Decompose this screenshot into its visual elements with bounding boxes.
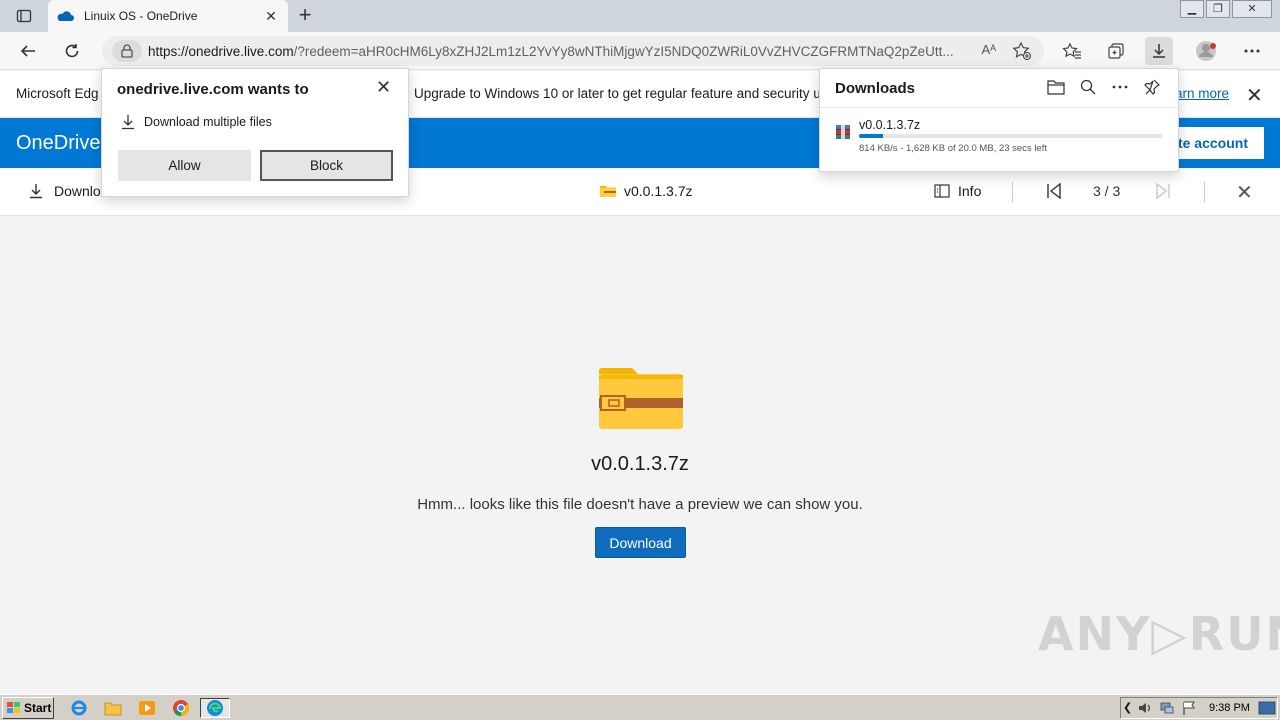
- close-viewer-icon[interactable]: ✕: [1236, 180, 1253, 205]
- clock[interactable]: 9:38 PM: [1209, 702, 1250, 714]
- onedrive-cloud-icon: [56, 7, 74, 25]
- no-preview-message: Hmm... looks like this file doesn't have…: [417, 496, 863, 513]
- file-title-text: v0.0.1.3.7z: [624, 183, 693, 199]
- download-progress-bar: [859, 134, 1163, 138]
- download-icon: [30, 184, 42, 199]
- back-icon[interactable]: [14, 37, 42, 65]
- permission-close-icon[interactable]: ✕: [376, 77, 391, 98]
- infobar-left-text: Microsoft Edg: [16, 86, 99, 101]
- profile-avatar[interactable]: [1192, 37, 1220, 65]
- info-panel-icon: [934, 184, 950, 198]
- open-folder-icon[interactable]: [1046, 77, 1066, 97]
- new-tab-icon[interactable]: +: [292, 4, 318, 28]
- tab-title: Linuix OS - OneDrive: [84, 9, 198, 23]
- file-explorer-icon[interactable]: [102, 698, 124, 718]
- action-center-flag-icon[interactable]: [1181, 700, 1197, 719]
- next-file-icon[interactable]: [1154, 181, 1172, 204]
- tab-actions-icon[interactable]: [6, 4, 42, 28]
- internet-explorer-icon[interactable]: [68, 698, 90, 718]
- edge-icon[interactable]: [200, 698, 230, 718]
- collections-icon[interactable]: [1102, 37, 1130, 65]
- download-command-label: Downlo: [54, 183, 101, 199]
- block-button[interactable]: Block: [260, 150, 393, 181]
- minimize-icon[interactable]: ▁: [1180, 0, 1204, 18]
- url-text[interactable]: https://onedrive.live.com/?redeem=aHR0cH…: [148, 44, 968, 59]
- infobar-message: Upgrade to Windows 10 or later to get re…: [414, 86, 821, 101]
- more-options-icon[interactable]: [1238, 37, 1266, 65]
- allow-button[interactable]: Allow: [118, 150, 251, 181]
- permission-request: Download multiple files: [120, 114, 272, 130]
- download-button[interactable]: Download: [595, 527, 686, 558]
- previous-file-icon[interactable]: [1045, 181, 1063, 204]
- lock-icon[interactable]: [112, 40, 142, 62]
- infobar-close-icon[interactable]: ✕: [1246, 83, 1263, 108]
- search-downloads-icon[interactable]: [1078, 77, 1098, 97]
- divider: [1012, 182, 1013, 202]
- download-progress-fill: [859, 134, 884, 138]
- media-player-icon[interactable]: [136, 698, 158, 718]
- window-close-icon[interactable]: ✕: [1232, 0, 1272, 18]
- address-bar[interactable]: https://onedrive.live.com/?redeem=aHR0cH…: [102, 36, 1044, 66]
- permission-request-text: Download multiple files: [144, 115, 272, 129]
- download-icon: [122, 115, 134, 130]
- permission-popup: onedrive.live.com wants to ✕ Download mu…: [101, 68, 409, 197]
- page-counter: 3 / 3: [1093, 183, 1121, 199]
- taskbar: Start ❮ 9:38 PM: [0, 694, 1280, 720]
- divider: [1204, 182, 1205, 202]
- tray-expand-icon[interactable]: ❮: [1123, 701, 1132, 714]
- network-icon[interactable]: [1159, 700, 1175, 719]
- favorites-icon[interactable]: [1058, 37, 1086, 65]
- refresh-icon[interactable]: [58, 37, 86, 65]
- title-bar: Linuix OS - OneDrive ✕ + ▁ ❐ ✕: [0, 0, 1280, 32]
- volume-icon[interactable]: [1137, 700, 1153, 719]
- start-button[interactable]: Start: [2, 697, 54, 719]
- window-controls: ▁ ❐ ✕: [1178, 0, 1272, 18]
- windows-logo-icon: [7, 702, 20, 713]
- tab-close-icon[interactable]: ✕: [262, 7, 280, 25]
- learn-more-link[interactable]: arn more: [1175, 86, 1229, 101]
- add-favorite-icon[interactable]: [1012, 41, 1032, 66]
- download-status: 814 KB/s - 1,628 KB of 20.0 MB, 23 secs …: [859, 143, 1047, 154]
- onedrive-brand[interactable]: OneDrive: [16, 132, 100, 155]
- file-preview: v0.0.1.3.7z Hmm... looks like this file …: [0, 217, 1280, 692]
- archive-file-icon: [835, 124, 851, 145]
- restore-icon[interactable]: ❐: [1206, 0, 1230, 18]
- downloads-icon[interactable]: [1145, 37, 1173, 65]
- chrome-icon[interactable]: [170, 698, 192, 718]
- start-label: Start: [24, 701, 52, 715]
- folder-icon: [600, 186, 616, 197]
- preview-file-name: v0.0.1.3.7z: [591, 453, 689, 475]
- download-command[interactable]: Downlo: [28, 183, 101, 199]
- more-options-icon[interactable]: [1110, 77, 1130, 97]
- download-item-name[interactable]: v0.0.1.3.7z: [859, 118, 920, 132]
- anyrun-watermark: ANY▷RUN: [1038, 607, 1280, 661]
- browser-tab[interactable]: Linuix OS - OneDrive ✕: [48, 0, 288, 32]
- downloads-heading: Downloads: [835, 80, 916, 97]
- info-label: Info: [958, 183, 982, 199]
- browser-toolbar: https://onedrive.live.com/?redeem=aHR0cH…: [0, 32, 1280, 70]
- show-desktop-icon[interactable]: [1256, 698, 1278, 718]
- pin-icon[interactable]: [1142, 77, 1162, 97]
- read-aloud-icon[interactable]: Aᴬ: [981, 42, 996, 57]
- info-button[interactable]: Info: [934, 183, 981, 199]
- permission-heading: onedrive.live.com wants to: [117, 81, 309, 98]
- divider: [820, 107, 1178, 108]
- current-file-title: v0.0.1.3.7z: [600, 183, 693, 199]
- downloads-actions: [1046, 77, 1162, 97]
- zip-folder-icon: [597, 367, 685, 436]
- system-tray: ❮ 9:38 PM: [1120, 697, 1278, 719]
- downloads-panel: Downloads v0.0.1.3.7z 814 KB/s - 1,628 K…: [819, 68, 1179, 172]
